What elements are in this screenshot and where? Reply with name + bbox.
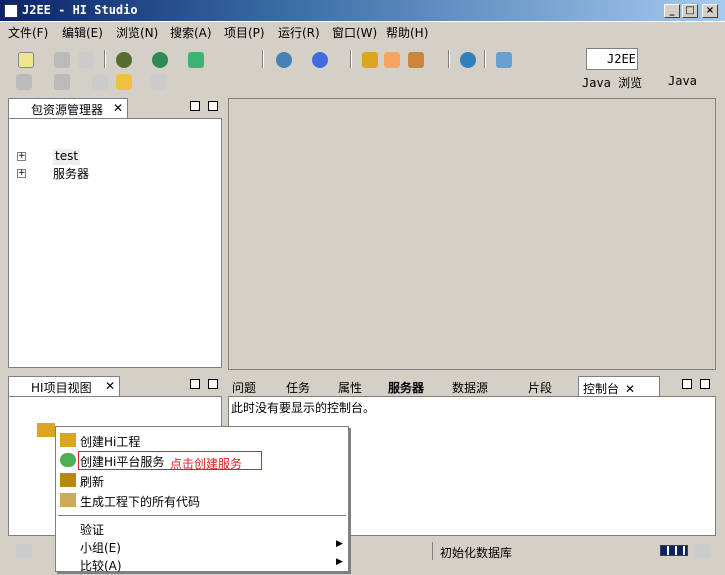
perspective-j2ee-label: J2EE (607, 52, 636, 66)
debug-icon[interactable] (116, 52, 132, 68)
menu-file[interactable]: 文件(F) (8, 24, 48, 41)
menu-item-refresh[interactable]: 刷新 (80, 473, 104, 491)
menu-item-create-project[interactable]: 创建Hi工程 (80, 433, 140, 451)
minimize-button[interactable]: _ (664, 4, 680, 18)
status-task: 初始化数据库 (440, 546, 513, 560)
last-edit-icon[interactable] (92, 74, 108, 90)
app-icon (4, 4, 18, 18)
menu-run[interactable]: 运行(R) (278, 24, 320, 41)
new-server-icon[interactable] (276, 52, 292, 68)
menu-item-generate-code[interactable]: 生成工程下的所有代码 (80, 493, 200, 511)
save-icon[interactable] (54, 52, 70, 68)
minimize-view-icon[interactable] (682, 379, 692, 389)
new-icon[interactable] (18, 52, 34, 68)
progress-view-icon[interactable] (694, 544, 710, 558)
title-bar: J2EE - HI Studio _ □ × (0, 0, 725, 22)
console-message: 此时没有要显示的控制台。 (231, 401, 376, 415)
menu-help[interactable]: 帮助(H) (386, 24, 428, 41)
minimize-view-icon[interactable] (190, 379, 200, 389)
tab-datasource[interactable]: 数据源 (452, 376, 488, 396)
package-explorer-title: 包资源管理器 (31, 103, 104, 117)
external-tools-icon[interactable] (188, 52, 204, 68)
menu-item-validate[interactable]: 验证 (80, 521, 104, 539)
tab-package-explorer[interactable]: 包资源管理器 ✕ (8, 98, 128, 118)
menu-edit[interactable]: 编辑(E) (62, 24, 103, 41)
hi-project-view-title: HI项目视图 (31, 381, 92, 395)
generate-icon (60, 493, 76, 507)
status-bar: 初始化数据库 (0, 540, 725, 562)
menu-project[interactable]: 项目(P) (224, 24, 265, 41)
menu-search[interactable]: 搜索(A) (170, 24, 212, 41)
expand-icon[interactable]: + (17, 169, 26, 178)
open-folder-icon[interactable] (384, 52, 400, 68)
secondary-toolbar (0, 70, 540, 94)
annotation-text: 点击创建服务 (170, 457, 243, 471)
refresh-icon (60, 473, 76, 487)
menu-navigate[interactable]: 浏览(N) (116, 24, 158, 41)
tab-servers[interactable]: 服务器 (388, 376, 424, 396)
menu-divider (58, 515, 346, 516)
web-browser-icon[interactable] (460, 52, 476, 68)
package-explorer-panel: + test + 服务器 (8, 118, 222, 368)
tab-tasks[interactable]: 任务 (286, 376, 310, 396)
maximize-view-icon[interactable] (208, 101, 218, 111)
menu-bar: 文件(F) 编辑(E) 浏览(N) 搜索(A) 项目(P) 运行(R) 窗口(W… (0, 22, 725, 42)
open-perspective-icon[interactable] (562, 50, 584, 68)
close-icon: ✕ (625, 382, 636, 396)
add-icon (60, 453, 76, 467)
next-annotation-icon[interactable] (16, 74, 32, 90)
editor-area (228, 98, 716, 370)
close-button[interactable]: × (702, 4, 718, 18)
expand-icon[interactable]: + (17, 152, 26, 161)
open-project-icon[interactable] (362, 52, 378, 68)
main-toolbar (0, 44, 540, 72)
tab-hi-project-view[interactable]: HI项目视图 ✕ (8, 376, 120, 396)
back-icon[interactable] (116, 74, 132, 90)
close-icon[interactable]: ✕ (113, 101, 123, 115)
tab-snippets[interactable]: 片段 (528, 376, 552, 396)
tab-properties[interactable]: 属性 (338, 376, 362, 396)
tab-problems[interactable]: 问题 (232, 376, 256, 396)
prev-annotation-icon[interactable] (54, 74, 70, 90)
connect-icon[interactable] (496, 52, 512, 68)
progress-bar (660, 545, 688, 556)
maximize-view-icon[interactable] (700, 379, 710, 389)
tree-item-test[interactable]: test (53, 149, 81, 165)
tab-console[interactable]: 控制台 ✕ (578, 376, 660, 396)
deploy-icon[interactable] (312, 52, 328, 68)
project-icon[interactable] (37, 423, 55, 437)
perspective-java-label: Java (668, 74, 697, 88)
forward-icon[interactable] (150, 74, 166, 90)
perspective-java[interactable]: Java (648, 72, 708, 90)
print-icon[interactable] (78, 52, 94, 68)
maximize-view-icon[interactable] (208, 379, 218, 389)
perspective-java-browse-label: Java 浏览 (582, 76, 643, 90)
perspective-java-browse[interactable]: Java 浏览 (562, 72, 642, 90)
tree-item-server[interactable]: 服务器 (53, 165, 89, 181)
perspective-j2ee[interactable]: J2EE (586, 48, 638, 70)
close-icon[interactable]: ✕ (105, 379, 115, 393)
maximize-button[interactable]: □ (682, 4, 698, 18)
folder-icon (60, 433, 76, 447)
window-title: J2EE - HI Studio (22, 3, 138, 17)
menu-window[interactable]: 窗口(W) (332, 24, 377, 41)
minimize-view-icon[interactable] (190, 101, 200, 111)
fast-view-icon[interactable] (16, 544, 32, 558)
run-icon[interactable] (152, 52, 168, 68)
build-icon[interactable] (408, 52, 424, 68)
